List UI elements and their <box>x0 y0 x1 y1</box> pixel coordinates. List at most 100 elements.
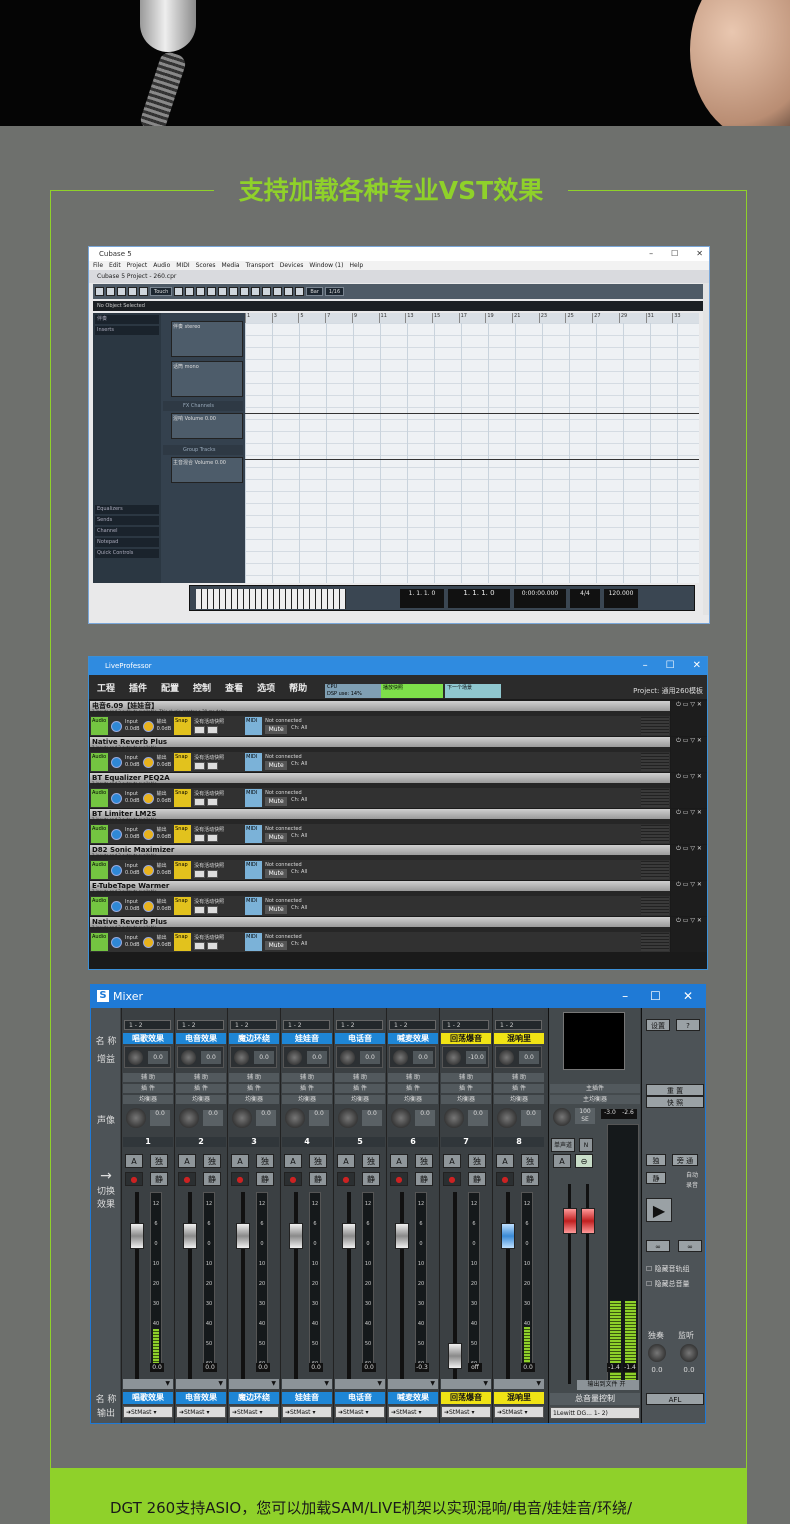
toolbar-button[interactable] <box>117 287 126 296</box>
eq-button[interactable]: 均衡器 <box>494 1095 544 1104</box>
left-locator-display[interactable]: 1. 1. 1. 0 <box>400 589 444 608</box>
plugin-row[interactable]: Native Reverb Plus 2 inputs and 2 outputs… <box>90 737 670 772</box>
link-left-icon[interactable]: ∞ <box>646 1240 670 1252</box>
menu-plugins[interactable]: 插件 <box>129 681 147 694</box>
gain-knob[interactable] <box>234 1050 249 1065</box>
snap-prev-button[interactable] <box>194 797 206 806</box>
snap-tag[interactable]: Snap <box>174 933 192 951</box>
toolbar-button[interactable] <box>196 287 206 296</box>
master-output-select[interactable]: 1Lewitt DG... 1- 2) <box>550 1407 640 1419</box>
gain-knob[interactable] <box>287 1050 302 1065</box>
solo-button[interactable]: 独 <box>362 1154 380 1168</box>
menu-config[interactable]: 配置 <box>161 681 179 694</box>
pan-knob[interactable] <box>126 1108 146 1128</box>
audio-tag[interactable]: Audio <box>91 861 108 879</box>
menu-transport[interactable]: Transport <box>246 261 274 270</box>
automation-button[interactable]: A <box>125 1154 143 1168</box>
play-icon[interactable]: ▶ <box>646 1198 672 1222</box>
snap-prev-button[interactable] <box>194 941 206 950</box>
aux-button[interactable]: 辅 助 <box>494 1073 544 1082</box>
folder-track-group[interactable]: Group Tracks <box>163 445 243 455</box>
channel-route-select[interactable]: 1 - 2 <box>283 1020 330 1030</box>
menu-window[interactable]: Window (1) <box>309 261 343 270</box>
audio-tag[interactable]: Audio <box>91 933 108 951</box>
toolbar-button[interactable] <box>251 287 261 296</box>
channel-fader[interactable] <box>236 1223 250 1249</box>
mute-button[interactable]: 静 <box>468 1172 486 1186</box>
group-track-header[interactable]: 主音混合 Volume 0.00 <box>171 457 243 483</box>
snapshot-button[interactable]: 快 照 <box>646 1096 704 1108</box>
output-knob[interactable] <box>142 828 154 840</box>
gain-control[interactable]: 0.0 <box>124 1046 171 1068</box>
channel-name[interactable]: 电话音 <box>335 1033 385 1044</box>
aux-button[interactable]: 辅 助 <box>282 1073 332 1082</box>
input-knob[interactable] <box>111 936 122 948</box>
toolbar-button[interactable] <box>295 287 305 296</box>
channel-dropdown[interactable]: ▼ <box>176 1379 226 1389</box>
insert-button[interactable]: 插 件 <box>335 1084 385 1093</box>
minimize-button[interactable]: – <box>649 247 653 261</box>
solo-button[interactable]: 独 <box>309 1154 327 1168</box>
midi-tag[interactable]: MIDI <box>245 897 263 915</box>
snap-next-button[interactable] <box>207 833 219 842</box>
master-fader-right[interactable] <box>581 1208 595 1234</box>
input-knob[interactable] <box>111 756 122 768</box>
record-icon[interactable]: ● <box>443 1172 461 1186</box>
snap-tag[interactable]: Snap <box>174 717 192 735</box>
solo-button[interactable]: 独 <box>521 1154 539 1168</box>
midi-tag[interactable]: MIDI <box>245 825 263 843</box>
help-button[interactable]: ? <box>676 1019 700 1031</box>
snap-next-button[interactable] <box>207 761 219 770</box>
gain-knob[interactable] <box>499 1050 514 1065</box>
toolbar-button[interactable] <box>139 287 148 296</box>
pan-knob[interactable] <box>444 1108 464 1128</box>
channel-name[interactable]: 娃娃音 <box>282 1033 332 1044</box>
power-icon[interactable]: ⏻ ▭ ▽ ✕ <box>671 845 707 855</box>
audio-tag[interactable]: Audio <box>91 897 108 915</box>
mono-button[interactable]: 单声道 <box>551 1138 575 1152</box>
menu-view[interactable]: 查看 <box>225 681 243 694</box>
insert-button[interactable]: 插 件 <box>176 1084 226 1093</box>
channel-dropdown[interactable]: ▼ <box>282 1379 332 1389</box>
close-button[interactable]: ✕ <box>696 247 703 261</box>
gain-knob[interactable] <box>393 1050 408 1065</box>
input-knob[interactable] <box>111 720 122 732</box>
close-button[interactable]: ✕ <box>683 985 693 1008</box>
channel-name[interactable]: 喊麦效果 <box>388 1033 438 1044</box>
plugin-row[interactable]: D82 Sonic Maximizer 2 inputs and 2 output… <box>90 845 670 880</box>
inspector-sends[interactable]: Sends <box>95 516 159 525</box>
menu-help[interactable]: 帮助 <box>289 681 307 694</box>
insert-button[interactable]: 插 件 <box>494 1084 544 1093</box>
plugin-row[interactable]: BT Limiter LM2S 2 inputs and 2 outputs av… <box>90 809 670 844</box>
pan-knob[interactable] <box>338 1108 358 1128</box>
power-icon[interactable]: ⏻ ▭ ▽ ✕ <box>671 917 707 927</box>
power-icon[interactable]: ⏻ ▭ ▽ ✕ <box>671 809 707 819</box>
snap-prev-button[interactable] <box>194 905 206 914</box>
channel-output-select[interactable]: ➜StMast ▾ <box>176 1406 226 1418</box>
gain-knob[interactable] <box>181 1050 196 1065</box>
channel-route-select[interactable]: 1 - 2 <box>389 1020 436 1030</box>
solo-button[interactable]: 独 <box>415 1154 433 1168</box>
toolbar-button[interactable] <box>273 287 283 296</box>
mute-button[interactable]: 静 <box>362 1172 380 1186</box>
reset-button[interactable]: 重 置 <box>646 1084 704 1096</box>
automation-mode-select[interactable]: Touch <box>150 287 173 296</box>
snap-next-button[interactable] <box>207 941 219 950</box>
inspector-equalizers[interactable]: Equalizers <box>95 505 159 514</box>
audio-tag[interactable]: Audio <box>91 825 108 843</box>
plugin-row-controls[interactable]: ⏻ ▭ ▽ ✕ <box>671 737 707 772</box>
channel-name[interactable]: 魔边环绕 <box>229 1033 279 1044</box>
record-icon[interactable]: ● <box>337 1172 355 1186</box>
plugin-row[interactable]: BT Equalizer PEQ2A 2 inputs and 2 outputs… <box>90 773 670 808</box>
toolbar-button[interactable] <box>174 287 184 296</box>
menu-midi[interactable]: MIDI <box>176 261 189 270</box>
solo-knob[interactable] <box>648 1344 666 1362</box>
mute-button[interactable]: 静 <box>415 1172 433 1186</box>
record-icon[interactable]: ● <box>390 1172 408 1186</box>
plugin-row-controls[interactable]: ⏻ ▭ ▽ ✕ <box>671 809 707 844</box>
snapshot-bar[interactable]: 播放快照 <box>381 684 443 698</box>
channel-route-select[interactable]: 1 - 2 <box>336 1020 383 1030</box>
aux-button[interactable]: 辅 助 <box>388 1073 438 1082</box>
mute-all-button[interactable]: 静 <box>646 1172 666 1184</box>
gain-control[interactable]: 0.0 <box>230 1046 277 1068</box>
